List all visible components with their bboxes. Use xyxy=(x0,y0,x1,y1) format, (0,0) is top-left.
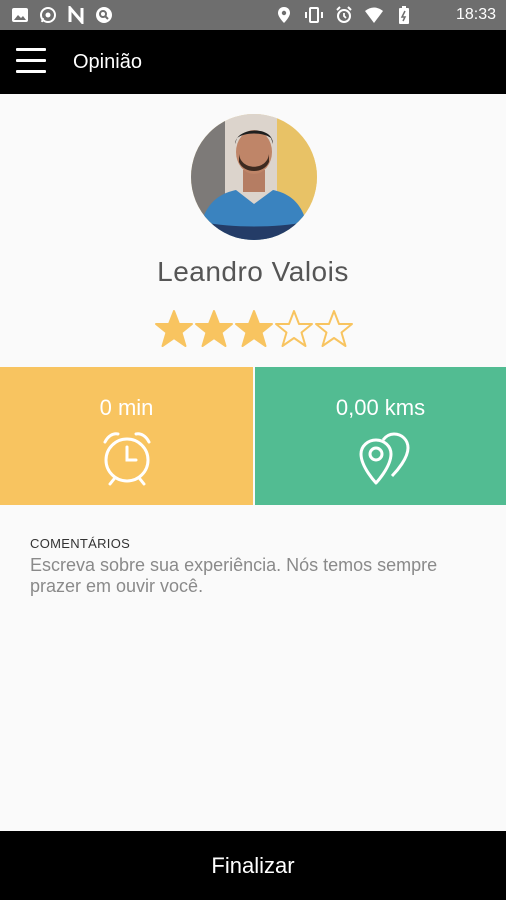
star-filled-icon[interactable] xyxy=(234,309,274,349)
time-value: 0 min xyxy=(99,395,154,420)
hamburger-icon[interactable] xyxy=(16,48,46,76)
comments-input[interactable] xyxy=(30,555,470,645)
vibrate-icon xyxy=(304,5,324,25)
status-bar: 18:33 xyxy=(0,0,506,30)
star-empty-icon[interactable] xyxy=(314,309,354,349)
star-filled-icon[interactable] xyxy=(194,309,234,349)
avatar xyxy=(191,114,317,240)
whatsapp-icon xyxy=(38,5,58,25)
distance-stat-card: 0,00 kms xyxy=(255,367,506,505)
status-time: 18:33 xyxy=(455,6,496,23)
comments-label: COMENTÁRIOS xyxy=(30,536,131,551)
finish-button[interactable]: Finalizar xyxy=(0,831,506,900)
page-title: Opinião xyxy=(73,51,142,73)
wifi-icon xyxy=(364,5,384,25)
rating-stars[interactable] xyxy=(154,309,354,351)
search-circle-icon xyxy=(94,5,114,25)
n-icon xyxy=(66,5,86,25)
app-bar: Opinião xyxy=(0,30,506,94)
battery-icon xyxy=(394,5,414,25)
time-stat-card: 0 min xyxy=(0,367,253,505)
location-icon xyxy=(274,5,294,25)
notification-icons xyxy=(10,5,114,25)
star-empty-icon[interactable] xyxy=(274,309,314,349)
star-filled-icon[interactable] xyxy=(154,309,194,349)
driver-name: Leandro Valois xyxy=(157,256,349,287)
map-pins-icon xyxy=(352,429,410,487)
alarm-clock-icon xyxy=(98,429,156,487)
system-icons xyxy=(274,5,414,25)
distance-value: 0,00 kms xyxy=(335,395,426,420)
gallery-icon xyxy=(10,5,30,25)
alarm-icon xyxy=(334,5,354,25)
